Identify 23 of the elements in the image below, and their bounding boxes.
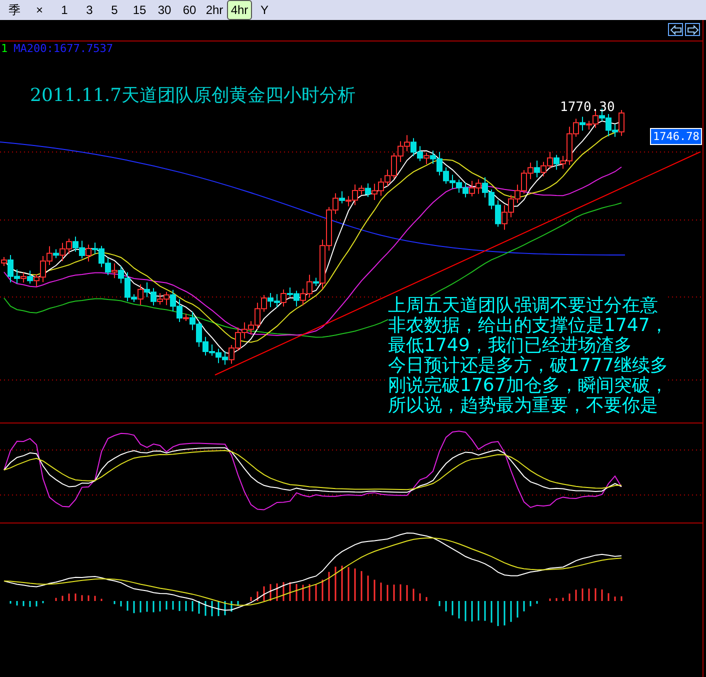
period-button[interactable]: Y	[252, 0, 277, 20]
period-button[interactable]: ×	[27, 0, 52, 20]
high-price-label: 1770.30	[560, 100, 615, 115]
legend-index: 1	[1, 42, 8, 55]
period-button[interactable]: 1	[52, 0, 77, 20]
annotation-text: 今日预计还是多方，破1777继续多	[388, 356, 668, 376]
chart-title: 2011.11.7天道团队原创黄金四小时分析	[30, 84, 356, 107]
scroll-left-button[interactable]	[668, 23, 683, 36]
period-button[interactable]: 4hr	[227, 0, 252, 20]
period-button[interactable]: 5	[102, 0, 127, 20]
left-arrow-icon	[670, 24, 682, 34]
period-button[interactable]: 30	[152, 0, 177, 20]
period-button[interactable]: 季	[2, 0, 27, 20]
ma200-legend: MA200:1677.7537	[14, 42, 113, 55]
annotation-text: 刚说完破1767加仓多，瞬间突破，	[388, 376, 668, 396]
period-button[interactable]: 2hr	[202, 0, 227, 20]
period-button[interactable]: 15	[127, 0, 152, 20]
annotation-text: 上周五天道团队强调不要过分在意	[388, 296, 668, 316]
scroll-right-button[interactable]	[685, 23, 700, 36]
current-price-label: 1746.78	[650, 128, 702, 145]
period-button[interactable]: 3	[77, 0, 102, 20]
period-button[interactable]: 60	[177, 0, 202, 20]
right-arrow-icon	[686, 24, 698, 34]
